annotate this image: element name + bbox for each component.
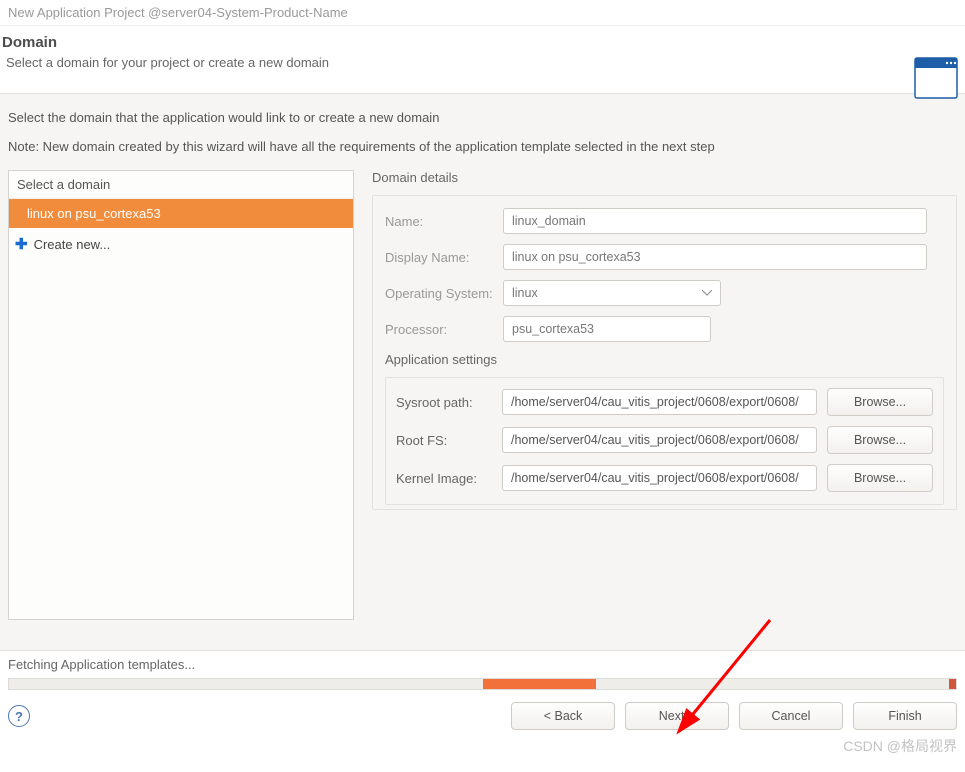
kernel-label: Kernel Image: <box>396 471 492 486</box>
intro-text: Select the domain that the application w… <box>8 110 957 125</box>
cancel-button[interactable]: Cancel <box>739 702 843 730</box>
kernel-browse-button[interactable]: Browse... <box>827 464 933 492</box>
processor-field[interactable] <box>503 316 711 342</box>
help-button[interactable]: ? <box>8 705 30 727</box>
finish-button[interactable]: Finish <box>853 702 957 730</box>
banner: Domain Select a domain for your project … <box>0 26 965 93</box>
name-label: Name: <box>385 214 503 229</box>
processor-label: Processor: <box>385 322 503 337</box>
name-field[interactable] <box>503 208 927 234</box>
sysroot-field[interactable] <box>502 389 817 415</box>
plus-icon: ✚ <box>15 235 28 253</box>
page-subheading: Select a domain for your project or crea… <box>0 51 955 70</box>
sysroot-browse-button[interactable]: Browse... <box>827 388 933 416</box>
progress-fill <box>483 679 597 689</box>
progress-end <box>949 679 956 689</box>
rootfs-field[interactable] <box>502 427 817 453</box>
next-button[interactable]: Next > <box>625 702 729 730</box>
os-value: linux <box>512 286 538 300</box>
chevron-down-icon <box>702 290 712 296</box>
domain-item-selected[interactable]: linux on psu_cortexa53 <box>9 199 353 228</box>
create-new-label: Create new... <box>34 237 111 252</box>
page-heading: Domain <box>0 34 955 51</box>
rootfs-browse-button[interactable]: Browse... <box>827 426 933 454</box>
sysroot-label: Sysroot path: <box>396 395 492 410</box>
status-text: Fetching Application templates... <box>0 651 965 672</box>
os-label: Operating System: <box>385 286 503 301</box>
progress-bar <box>8 678 957 690</box>
domain-details-label: Domain details <box>372 170 957 185</box>
back-button[interactable]: < Back <box>511 702 615 730</box>
note-text: Note: New domain created by this wizard … <box>8 139 957 154</box>
display-name-field[interactable] <box>503 244 927 270</box>
app-settings-legend: Application settings <box>385 352 944 367</box>
create-new-domain[interactable]: ✚ Create new... <box>9 228 353 260</box>
body-area: Select the domain that the application w… <box>0 93 965 651</box>
window-icon <box>913 56 959 100</box>
watermark: CSDN @格局视界 <box>843 736 957 756</box>
display-name-label: Display Name: <box>385 250 503 265</box>
domain-list-header: Select a domain <box>9 171 353 199</box>
domain-listbox: Select a domain linux on psu_cortexa53 ✚… <box>8 170 354 620</box>
rootfs-label: Root FS: <box>396 433 492 448</box>
os-select[interactable]: linux <box>503 280 721 306</box>
window-title: New Application Project @server04-System… <box>0 0 965 26</box>
app-settings-group: Sysroot path: Browse... Root FS: Browse.… <box>385 377 944 505</box>
domain-details-group: Name: Display Name: Operating System: li… <box>372 195 957 510</box>
kernel-field[interactable] <box>502 465 817 491</box>
footer: ? < Back Next > Cancel Finish <box>0 690 965 730</box>
